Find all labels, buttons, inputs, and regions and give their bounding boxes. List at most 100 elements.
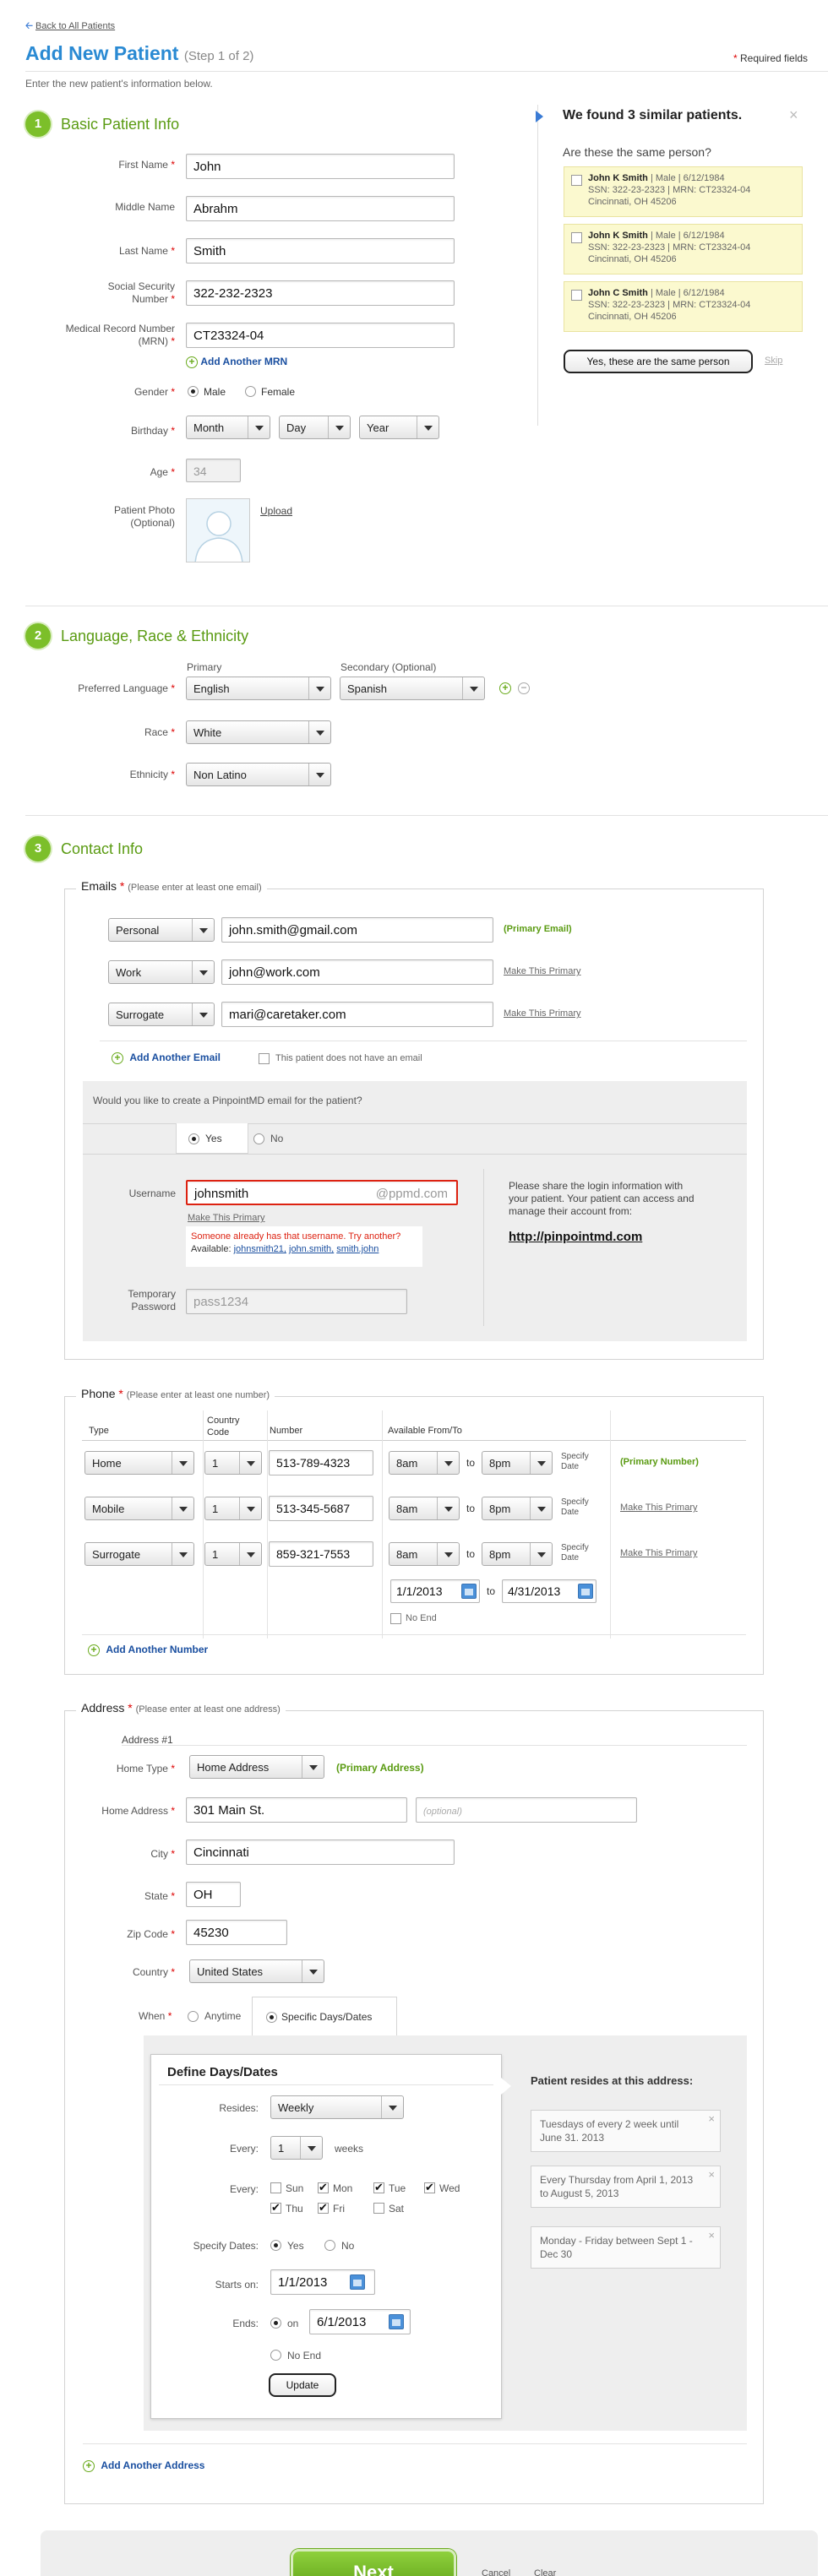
country-select[interactable]: United States xyxy=(189,1959,324,1983)
make-primary-link[interactable]: Make This Primary xyxy=(620,1548,697,1558)
available-to-select[interactable]: 8pm xyxy=(482,1542,553,1566)
ssn-input[interactable]: 322-232-2323 xyxy=(186,280,455,306)
available-from-select[interactable]: 8am xyxy=(389,1451,460,1475)
add-email-link[interactable]: + Add Another Email xyxy=(112,1052,221,1064)
similar-patient-checkbox[interactable] xyxy=(571,232,582,243)
day-checkbox-sun[interactable] xyxy=(270,2182,281,2193)
home-type-select[interactable]: Home Address xyxy=(189,1755,324,1779)
city-input[interactable]: Cincinnati xyxy=(186,1840,455,1865)
state-input[interactable]: OH xyxy=(186,1882,241,1907)
email-input[interactable]: john.smith@gmail.com xyxy=(221,917,493,943)
specify-yes-radio[interactable] xyxy=(270,2240,281,2251)
mrn-input[interactable]: CT23324-04 xyxy=(186,323,455,348)
back-link[interactable]: 🡠 Back to All Patients xyxy=(25,19,115,35)
same-person-button[interactable]: Yes, these are the same person xyxy=(564,350,753,373)
country-code-select[interactable]: 1 xyxy=(204,1497,262,1520)
day-checkbox-wed[interactable] xyxy=(424,2181,435,2194)
anytime-radio[interactable] xyxy=(188,2011,199,2022)
available-to-select[interactable]: 8pm xyxy=(482,1497,553,1520)
phone-number-input[interactable]: 513-789-4323 xyxy=(269,1450,373,1475)
street-input[interactable]: 301 Main St. xyxy=(186,1797,407,1823)
day-checkbox-sat[interactable] xyxy=(373,2203,384,2214)
country-code-select[interactable]: 1 xyxy=(204,1542,262,1566)
email-input[interactable]: mari@caretaker.com xyxy=(221,1002,493,1027)
ends-on-radio[interactable] xyxy=(270,2318,281,2329)
make-primary-link[interactable]: Make This Primary xyxy=(504,1008,580,1019)
day-checkbox-mon[interactable] xyxy=(318,2181,329,2194)
calendar-icon[interactable] xyxy=(350,2274,365,2290)
resides-select[interactable]: Weekly xyxy=(270,2095,404,2119)
calendar-icon[interactable] xyxy=(578,1584,593,1599)
available-from-select[interactable]: 8am xyxy=(389,1542,460,1566)
country-code-select[interactable]: 1 xyxy=(204,1451,262,1475)
calendar-icon[interactable] xyxy=(461,1584,477,1599)
make-primary-link[interactable]: Make This Primary xyxy=(188,1213,264,1223)
phone-number-input[interactable]: 859-321-7553 xyxy=(269,1541,373,1567)
add-mrn-link[interactable]: + Add Another MRN xyxy=(186,356,287,368)
phone-type-select[interactable]: Surrogate xyxy=(84,1542,194,1566)
similar-patient-card[interactable]: John C Smith | Male | 6/12/1984 SSN: 322-… xyxy=(564,281,803,332)
similar-patient-card[interactable]: John K Smith | Male | 6/12/1984 SSN: 322-… xyxy=(564,224,803,274)
email-type-select[interactable]: Personal xyxy=(108,918,215,942)
add-number-link[interactable]: + Add Another Number xyxy=(88,1644,208,1656)
calendar-icon[interactable] xyxy=(389,2314,404,2329)
email-type-select[interactable]: Work xyxy=(108,960,215,984)
street2-input[interactable]: (optional) xyxy=(416,1797,637,1823)
close-icon[interactable]: × xyxy=(708,2168,715,2182)
specific-days-radio[interactable] xyxy=(266,2012,277,2023)
gender-female-radio[interactable] xyxy=(245,386,256,397)
username-suggestion-link[interactable]: john.smith, xyxy=(289,1244,334,1254)
add-address-link[interactable]: + Add Another Address xyxy=(83,2459,204,2472)
clear-link[interactable]: Clear xyxy=(534,2568,556,2576)
birthday-month-select[interactable]: Month xyxy=(186,416,270,439)
no-email-checkbox[interactable] xyxy=(259,1053,270,1064)
similar-patient-checkbox[interactable] xyxy=(571,175,582,186)
remove-language-icon[interactable]: − xyxy=(518,682,530,694)
specify-date-link[interactable]: Specify Date xyxy=(561,1452,589,1472)
share-url[interactable]: http://pinpointmd.com xyxy=(509,1230,642,1244)
email-input[interactable]: john@work.com xyxy=(221,959,493,985)
day-checkbox-tue[interactable] xyxy=(373,2181,384,2194)
similar-close-icon[interactable]: × xyxy=(789,106,798,124)
birthday-year-select[interactable]: Year xyxy=(359,416,439,439)
update-button[interactable]: Update xyxy=(269,2373,336,2397)
yes-radio[interactable] xyxy=(188,1133,199,1144)
specify-no-radio[interactable] xyxy=(324,2240,335,2251)
cancel-link[interactable]: Cancel xyxy=(482,2568,510,2576)
phone-no-end-checkbox[interactable] xyxy=(390,1613,401,1624)
skip-link[interactable]: Skip xyxy=(765,356,782,366)
every-number-select[interactable]: 1 xyxy=(270,2136,323,2160)
phone-number-input[interactable]: 513-345-5687 xyxy=(269,1496,373,1521)
primary-language-select[interactable]: English xyxy=(186,677,331,700)
available-to-select[interactable]: 8pm xyxy=(482,1451,553,1475)
gender-male-radio[interactable] xyxy=(188,386,199,397)
day-checkbox-thu[interactable] xyxy=(270,2201,281,2215)
zip-input[interactable]: 45230 xyxy=(186,1920,287,1945)
middle-name-input[interactable]: Abrahm xyxy=(186,196,455,221)
first-name-input[interactable]: John xyxy=(186,154,455,179)
ends-no-end-radio[interactable] xyxy=(270,2350,281,2361)
specify-date-link[interactable]: Specify Date xyxy=(561,1543,589,1563)
phone-type-select[interactable]: Home xyxy=(84,1451,194,1475)
ethnicity-select[interactable]: Non Latino xyxy=(186,763,331,786)
specific-days-tab[interactable]: Specific Days/Dates xyxy=(252,1997,397,2035)
specify-date-link[interactable]: Specify Date xyxy=(561,1497,589,1518)
close-icon[interactable]: × xyxy=(708,2229,715,2242)
phone-type-select[interactable]: Mobile xyxy=(84,1497,194,1520)
available-from-select[interactable]: 8am xyxy=(389,1497,460,1520)
secondary-language-select[interactable]: Spanish xyxy=(340,677,485,700)
similar-patient-card[interactable]: John K Smith | Male | 6/12/1984 SSN: 322-… xyxy=(564,166,803,217)
email-type-select[interactable]: Surrogate xyxy=(108,1003,215,1026)
username-suggestion-link[interactable]: smith.john xyxy=(336,1244,379,1254)
no-radio[interactable] xyxy=(253,1133,264,1144)
birthday-day-select[interactable]: Day xyxy=(279,416,351,439)
yes-tab[interactable]: Yes xyxy=(176,1123,248,1154)
make-primary-link[interactable]: Make This Primary xyxy=(504,966,580,976)
next-button[interactable]: Next xyxy=(291,2549,456,2576)
similar-patient-checkbox[interactable] xyxy=(571,290,582,301)
race-select[interactable]: White xyxy=(186,720,331,744)
upload-link[interactable]: Upload xyxy=(260,505,292,517)
last-name-input[interactable]: Smith xyxy=(186,238,455,264)
close-icon[interactable]: × xyxy=(708,2112,715,2126)
make-primary-link[interactable]: Make This Primary xyxy=(620,1503,697,1513)
